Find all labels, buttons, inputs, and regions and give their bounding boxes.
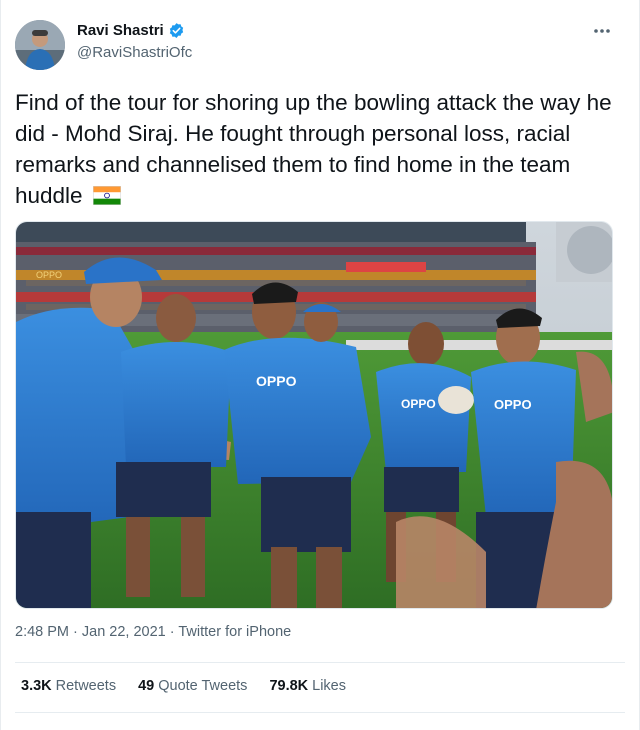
likes-count: 79.8K [269, 678, 309, 694]
tweet-time[interactable]: 2:48 PM [15, 624, 69, 640]
meta-separator: · [69, 624, 82, 640]
likes-stat[interactable]: 79.8K Likes [269, 678, 346, 694]
tweet-date[interactable]: Jan 22, 2021 [82, 624, 166, 640]
stadium-banner: OPPO [36, 270, 62, 280]
divider [15, 712, 625, 713]
quote-tweets-count: 49 [138, 678, 155, 694]
tweet-meta: 2:48 PM · Jan 22, 2021 · Twitter for iPh… [15, 624, 291, 640]
meta-separator: · [165, 624, 179, 640]
tweet-source[interactable]: Twitter for iPhone [178, 624, 291, 640]
avatar[interactable] [15, 20, 65, 70]
avatar-image [15, 20, 65, 70]
jersey-sponsor-right: OPPO [494, 397, 532, 412]
jersey-sponsor-right-center: OPPO [401, 397, 436, 411]
author-display-name[interactable]: Ravi Shastri [77, 22, 164, 39]
jersey-sponsor-center: OPPO [256, 373, 297, 389]
divider [15, 662, 625, 663]
author-handle[interactable]: @RaviShastriOfc [77, 44, 192, 61]
tweet-stats: 3.3K Retweets 49 Quote Tweets 79.8K Likes [21, 678, 346, 694]
author-name-row[interactable]: Ravi Shastri [77, 22, 185, 39]
quote-tweets-label: Quote Tweets [158, 678, 248, 694]
more-options-icon[interactable] [591, 22, 613, 40]
likes-label: Likes [312, 678, 346, 694]
tweet-card: Ravi Shastri @RaviShastriOfc Find of the… [0, 0, 640, 730]
tweet-photo[interactable]: OPPO OPPO OPPO OPPO [15, 221, 613, 609]
tweet-text: Find of the tour for shoring up the bowl… [15, 87, 615, 211]
retweets-stat[interactable]: 3.3K Retweets [21, 678, 116, 694]
verified-badge-icon [168, 22, 185, 39]
quote-tweets-stat[interactable]: 49 Quote Tweets [138, 678, 247, 694]
retweets-count: 3.3K [21, 678, 52, 694]
flag-india-icon [92, 182, 121, 205]
retweets-label: Retweets [55, 678, 117, 694]
team-huddle-photo: OPPO OPPO OPPO OPPO [16, 222, 612, 608]
